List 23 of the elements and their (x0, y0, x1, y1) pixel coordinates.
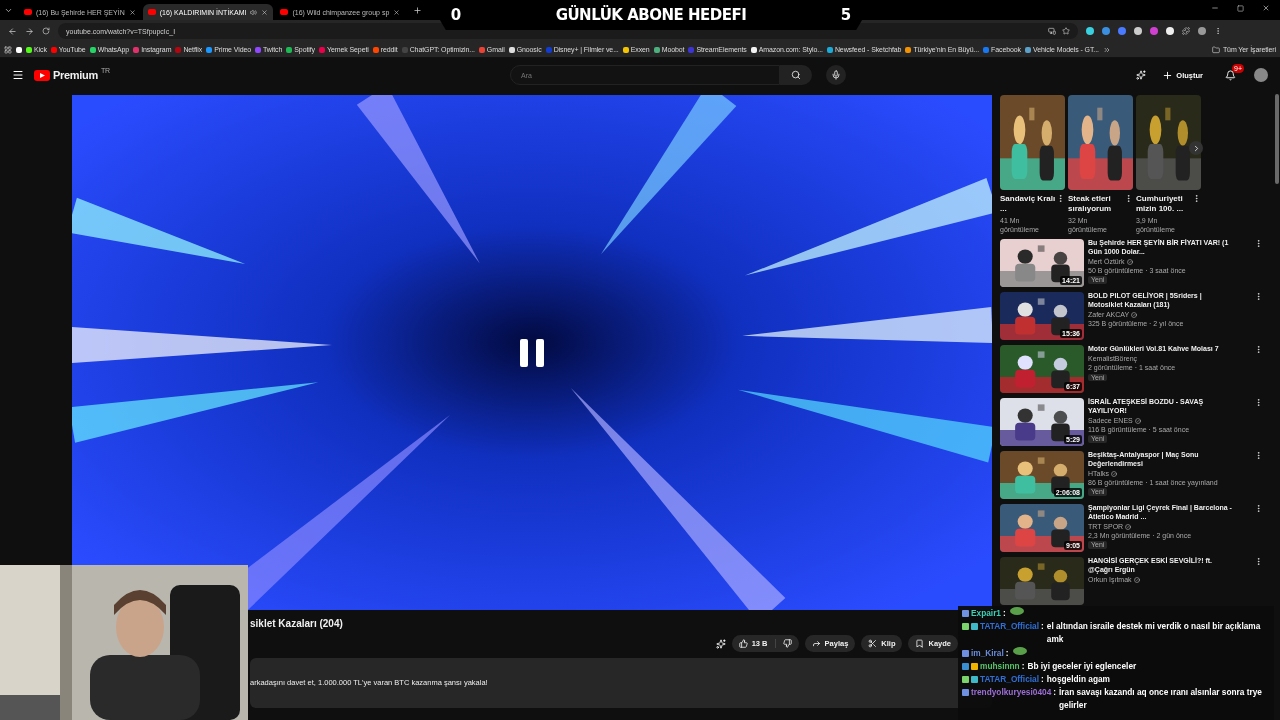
short-title[interactable]: Sandaviç Kralı ... (1000, 194, 1056, 214)
chat-username: trendyolkuryesi0404 (971, 687, 1052, 697)
chat-separator: : (1021, 660, 1025, 673)
chat-username: TATAR_Official (980, 674, 1039, 684)
chat-username: muhsinnn (980, 661, 1020, 671)
short-title[interactable]: Cumhuriyeti mizin 100. ... (1136, 194, 1192, 214)
goal-target: 5 (839, 6, 853, 24)
chat-username: TATAR_Official (980, 621, 1039, 631)
chat-separator: : (1053, 686, 1056, 699)
chat-separator: : (1003, 607, 1006, 620)
chat-message: el altından israile destek mi verdik o nasıl bir açıklama amk (1046, 620, 1262, 646)
chat-message: İran savaşı kazandı aq once ıranı alsınlar sonra trye gelirler (1059, 686, 1263, 712)
chat-username: Expair1 (971, 608, 1001, 618)
chat-username: im_Kiral (971, 648, 1004, 658)
chat-separator: : (1005, 647, 1009, 660)
goal-count: 0 (449, 6, 463, 24)
goal-title: GÜNLÜK ABONE HEDEFI (554, 6, 748, 24)
chat-message: hoşgeldin agam (1046, 673, 1111, 686)
chat-separator: : (1041, 673, 1044, 686)
short-title[interactable]: Steak etleri sıralıyorum (1068, 194, 1124, 214)
logo-text[interactable]: Premium (53, 69, 98, 81)
chat-message: Bb iyi geceler iyi eglenceler (1027, 660, 1138, 673)
chat-separator: : (1041, 620, 1044, 633)
